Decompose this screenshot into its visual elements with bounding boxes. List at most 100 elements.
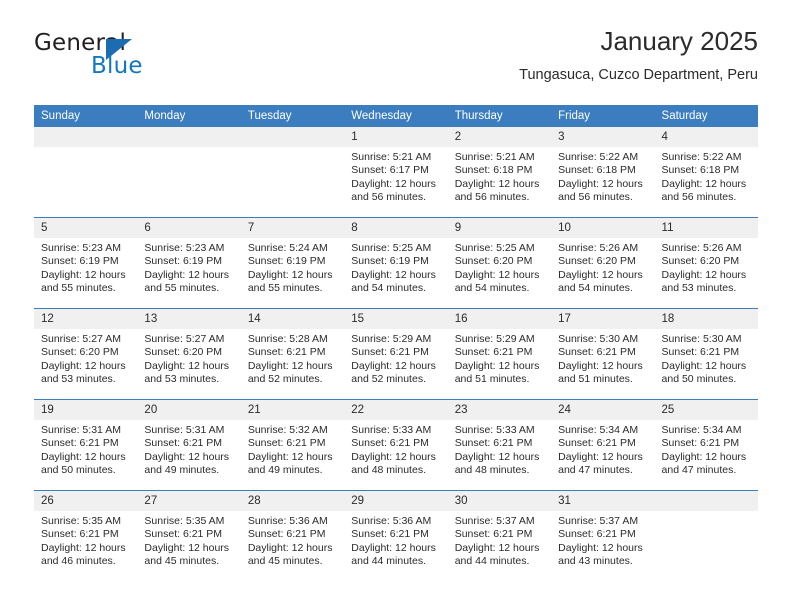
sunrise-text: Sunrise: 5:35 AM (144, 515, 225, 527)
calendar-day-cell[interactable]: 24 Sunrise: 5:34 AM Sunset: 6:21 PM Dayligh… (551, 399, 655, 491)
daylight-text: Daylight: 12 hours (144, 541, 230, 554)
calendar-day-cell[interactable]: 21 Sunrise: 5:32 AM Sunset: 6:21 PM Dayligh… (240, 399, 345, 491)
day-details: Sunrise: 5:30 AM Sunset: 6:21 PM Daylight:… (551, 329, 654, 387)
day-details: Sunrise: 5:30 AM Sunset: 6:21 PM Daylight:… (655, 329, 758, 387)
day-number (654, 491, 758, 511)
day-number: 2 (447, 127, 552, 147)
daylight-text-cont: and 49 minutes. (144, 464, 220, 477)
calendar-day-cell[interactable]: 19 Sunrise: 5:31 AM Sunset: 6:21 PM Dayligh… (34, 399, 138, 491)
calendar-day-cell[interactable]: 22 Sunrise: 5:33 AM Sunset: 6:21 PM Dayligh… (344, 399, 448, 491)
day-number: 24 (551, 400, 655, 420)
calendar-day-cell[interactable]: 28 Sunrise: 5:36 AM Sunset: 6:21 PM Dayligh… (240, 490, 345, 581)
daylight-text: Daylight: 12 hours (41, 359, 126, 372)
daylight-text: Daylight: 12 hours (454, 268, 540, 281)
day-number: 31 (551, 491, 655, 511)
calendar-day-cell[interactable]: 30 Sunrise: 5:37 AM Sunset: 6:21 PM Dayligh… (447, 490, 552, 581)
calendar-day-cell[interactable]: 31 Sunrise: 5:37 AM Sunset: 6:21 PM Dayligh… (551, 490, 655, 581)
calendar-day-cell[interactable]: 29 Sunrise: 5:36 AM Sunset: 6:21 PM Dayligh… (344, 490, 448, 581)
daylight-text-cont: and 49 minutes. (247, 464, 323, 477)
day-number: 5 (34, 218, 138, 238)
sunset-text: Sunset: 6:19 PM (247, 255, 326, 268)
sunrise-text: Sunrise: 5:33 AM (454, 424, 535, 436)
calendar-day-cell[interactable]: 11 Sunrise: 5:26 AM Sunset: 6:20 PM Dayligh… (654, 217, 758, 309)
calendar-day-cell[interactable]: 26 Sunrise: 5:35 AM Sunset: 6:21 PM Dayligh… (34, 490, 138, 581)
sunset-text: Sunset: 6:21 PM (558, 437, 636, 450)
sunset-text: Sunset: 6:21 PM (661, 346, 740, 359)
calendar-week-row: 12 Sunrise: 5:27 AM Sunset: 6:20 PM Dayligh… (34, 308, 758, 400)
calendar-body: 1 Sunrise: 5:21 AM Sunset: 6:17 PM Daylight… (34, 127, 758, 581)
calendar-day-cell[interactable]: 8 Sunrise: 5:25 AM Sunset: 6:19 PM Daylight… (344, 217, 448, 309)
day-details: Sunrise: 5:27 AM Sunset: 6:20 PM Daylight:… (137, 329, 240, 387)
calendar-day-cell[interactable]: 20 Sunrise: 5:31 AM Sunset: 6:21 PM Dayligh… (137, 399, 241, 491)
daylight-text-cont: and 44 minutes. (454, 555, 530, 568)
daylight-text-cont: and 50 minutes. (41, 464, 116, 477)
day-details: Sunrise: 5:22 AM Sunset: 6:18 PM Daylight:… (551, 147, 654, 205)
sunrise-text: Sunrise: 5:34 AM (558, 424, 639, 436)
calendar-day-cell[interactable]: 7 Sunrise: 5:24 AM Sunset: 6:19 PM Daylight… (240, 217, 345, 309)
calendar-day-cell[interactable]: 2 Sunrise: 5:21 AM Sunset: 6:18 PM Daylight… (447, 127, 552, 218)
general-blue-logo[interactable]: General Blue (34, 30, 274, 92)
day-details: Sunrise: 5:35 AM Sunset: 6:21 PM Daylight:… (34, 511, 137, 569)
daylight-text-cont: and 51 minutes. (558, 373, 633, 386)
daylight-text-cont: and 50 minutes. (661, 373, 737, 386)
calendar-day-cell[interactable]: 10 Sunrise: 5:26 AM Sunset: 6:20 PM Dayligh… (551, 217, 655, 309)
weekday-header-sunday: Sunday (34, 105, 138, 127)
day-details: Sunrise: 5:24 AM Sunset: 6:19 PM Daylight:… (241, 238, 344, 296)
day-details: Sunrise: 5:27 AM Sunset: 6:20 PM Daylight:… (34, 329, 137, 387)
calendar-day-cell[interactable]: 15 Sunrise: 5:29 AM Sunset: 6:21 PM Dayligh… (344, 308, 448, 400)
calendar-day-cell[interactable]: 6 Sunrise: 5:23 AM Sunset: 6:19 PM Daylight… (137, 217, 241, 309)
day-details: Sunrise: 5:28 AM Sunset: 6:21 PM Daylight:… (241, 329, 344, 387)
daylight-text-cont: and 43 minutes. (558, 555, 633, 568)
day-details: Sunrise: 5:29 AM Sunset: 6:21 PM Daylight:… (344, 329, 447, 387)
daylight-text: Daylight: 12 hours (247, 268, 333, 281)
daylight-text: Daylight: 12 hours (41, 450, 126, 463)
sunset-text: Sunset: 6:21 PM (41, 528, 119, 541)
calendar-day-cell[interactable]: 1 Sunrise: 5:21 AM Sunset: 6:17 PM Daylight… (344, 127, 448, 218)
sunset-text: Sunset: 6:19 PM (351, 255, 429, 268)
sunrise-text: Sunrise: 5:36 AM (247, 515, 328, 527)
sunrise-text: Sunrise: 5:29 AM (454, 333, 535, 345)
sunrise-sunset-calendar: Sunday Monday Tuesday Wednesday Thursday Frid… (34, 105, 758, 581)
daylight-text: Daylight: 12 hours (247, 359, 333, 372)
day-number: 6 (137, 218, 241, 238)
day-number: 28 (240, 491, 345, 511)
calendar-day-cell[interactable]: 18 Sunrise: 5:30 AM Sunset: 6:21 PM Dayligh… (654, 308, 758, 400)
calendar-day-cell[interactable]: 17 Sunrise: 5:30 AM Sunset: 6:21 PM Dayligh… (551, 308, 655, 400)
daylight-text-cont: and 56 minutes. (558, 191, 633, 204)
calendar-day-cell[interactable]: 9 Sunrise: 5:25 AM Sunset: 6:20 PM Daylight… (447, 217, 552, 309)
calendar-week-row: 26 Sunrise: 5:35 AM Sunset: 6:21 PM Dayligh… (34, 490, 758, 581)
calendar-day-cell-empty (240, 127, 345, 218)
calendar-day-cell[interactable]: 16 Sunrise: 5:29 AM Sunset: 6:21 PM Dayligh… (447, 308, 552, 400)
sunset-text: Sunset: 6:21 PM (454, 346, 533, 359)
sunrise-text: Sunrise: 5:31 AM (41, 424, 121, 436)
sunset-text: Sunset: 6:21 PM (454, 437, 533, 450)
calendar-day-cell[interactable]: 3 Sunrise: 5:22 AM Sunset: 6:18 PM Daylight… (551, 127, 655, 218)
sunset-text: Sunset: 6:21 PM (558, 528, 636, 541)
sunset-text: Sunset: 6:21 PM (661, 437, 740, 450)
daylight-text: Daylight: 12 hours (351, 541, 436, 554)
day-number: 1 (344, 127, 448, 147)
daylight-text-cont: and 55 minutes. (41, 282, 116, 295)
daylight-text: Daylight: 12 hours (247, 450, 333, 463)
sunrise-text: Sunrise: 5:27 AM (144, 333, 225, 345)
calendar-day-cell[interactable]: 12 Sunrise: 5:27 AM Sunset: 6:20 PM Dayligh… (34, 308, 138, 400)
sunset-text: Sunset: 6:20 PM (661, 255, 740, 268)
sunset-text: Sunset: 6:20 PM (144, 346, 223, 359)
sunset-text: Sunset: 6:21 PM (247, 346, 326, 359)
calendar-day-cell[interactable]: 27 Sunrise: 5:35 AM Sunset: 6:21 PM Dayligh… (137, 490, 241, 581)
daylight-text: Daylight: 12 hours (351, 177, 436, 190)
daylight-text-cont: and 55 minutes. (247, 282, 323, 295)
sunset-text: Sunset: 6:21 PM (144, 437, 223, 450)
sunset-text: Sunset: 6:20 PM (558, 255, 636, 268)
day-details: Sunrise: 5:36 AM Sunset: 6:21 PM Daylight:… (241, 511, 344, 569)
calendar-header-row: Sunday Monday Tuesday Wednesday Thursday Frid… (34, 105, 758, 127)
calendar-day-cell[interactable]: 14 Sunrise: 5:28 AM Sunset: 6:21 PM Dayligh… (240, 308, 345, 400)
calendar-day-cell[interactable]: 25 Sunrise: 5:34 AM Sunset: 6:21 PM Dayligh… (654, 399, 758, 491)
calendar-day-cell[interactable]: 4 Sunrise: 5:22 AM Sunset: 6:18 PM Daylight… (654, 127, 758, 218)
day-details: Sunrise: 5:26 AM Sunset: 6:20 PM Daylight:… (655, 238, 758, 296)
sunset-text: Sunset: 6:19 PM (41, 255, 119, 268)
day-number: 16 (447, 309, 552, 329)
calendar-day-cell[interactable]: 23 Sunrise: 5:33 AM Sunset: 6:21 PM Dayligh… (447, 399, 552, 491)
calendar-day-cell[interactable]: 5 Sunrise: 5:23 AM Sunset: 6:19 PM Daylight… (34, 217, 138, 309)
calendar-day-cell[interactable]: 13 Sunrise: 5:27 AM Sunset: 6:20 PM Dayligh… (137, 308, 241, 400)
